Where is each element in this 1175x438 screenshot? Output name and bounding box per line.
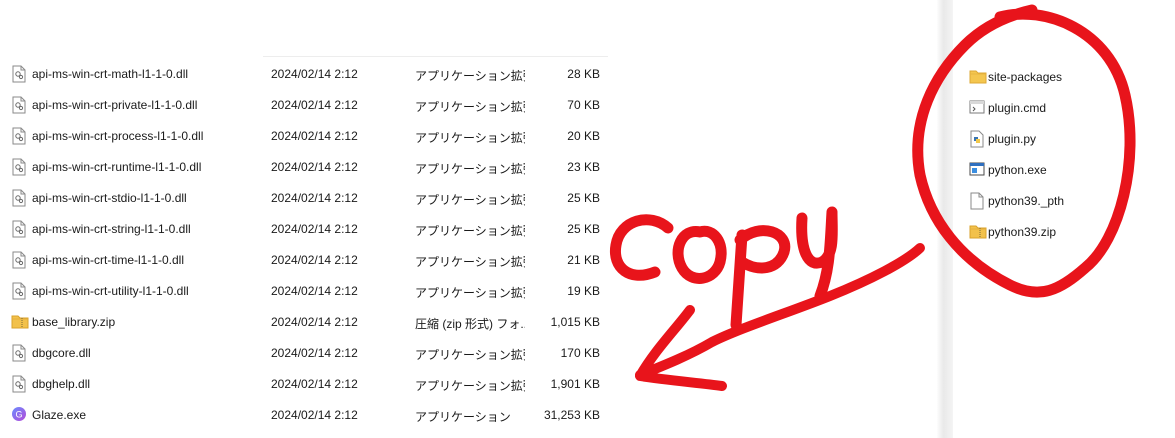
file-type: 圧縮 (zip 形式) フォ... [415, 317, 525, 331]
zip-folder-icon [969, 223, 987, 241]
file-type: アプリケーション拡張 [415, 286, 525, 300]
file-modified-date: 2024/02/14 2:12 [271, 222, 358, 236]
dll-icon [11, 375, 27, 393]
dll-icon [11, 251, 27, 269]
file-name: dbgcore.dll [32, 346, 91, 360]
file-modified-date: 2024/02/14 2:12 [271, 129, 358, 143]
file-modified-date: 2024/02/14 2:12 [271, 315, 358, 329]
file-type: アプリケーション拡張 [415, 379, 525, 393]
file-row[interactable]: api-ms-win-crt-utility-l1-1-0.dll 2024/02… [0, 276, 620, 307]
file-size: 70 KB [567, 98, 600, 112]
file-item[interactable]: site-packages [967, 63, 1167, 91]
pane-divider[interactable] [937, 0, 953, 438]
file-name: plugin.py [988, 132, 1037, 146]
file-modified-date: 2024/02/14 2:12 [271, 67, 358, 81]
file-row[interactable]: api-ms-win-crt-string-l1-1-0.dll 2024/02/… [0, 214, 620, 245]
dll-icon [11, 282, 27, 300]
file-size: 170 KB [560, 346, 600, 360]
file-row[interactable]: G Glaze.exe 2024/02/14 2:12 アプリケーション 31,253 … [0, 400, 620, 431]
exe-window-icon [969, 161, 985, 179]
file-name: site-packages [988, 70, 1063, 84]
file-row[interactable]: api-ms-win-crt-math-l1-1-0.dll 2024/02/14… [0, 59, 620, 90]
list-top-divider [263, 56, 608, 57]
dll-icon [11, 189, 27, 207]
file-size: 20 KB [567, 129, 600, 143]
file-name: python39._pth [988, 194, 1065, 208]
file-modified-date: 2024/02/14 2:12 [271, 346, 358, 360]
file-size: 25 KB [567, 191, 600, 205]
secondary-file-pane: site-packages plugin.cmd plugin.py python.e… [953, 0, 1175, 438]
file-type: アプリケーション拡張 [415, 255, 525, 269]
file-size: 1,901 KB [550, 377, 600, 391]
svg-text:G: G [15, 410, 22, 420]
zip-folder-icon [11, 313, 29, 331]
file-size: 23 KB [567, 160, 600, 174]
cmd-file-icon [969, 99, 985, 117]
file-row[interactable]: api-ms-win-crt-runtime-l1-1-0.dll 2024/02… [0, 152, 620, 183]
file-row[interactable]: api-ms-win-crt-stdio-l1-1-0.dll 2024/02/1… [0, 183, 620, 214]
file-size: 21 KB [567, 253, 600, 267]
file-type: アプリケーション拡張 [415, 162, 525, 176]
file-type: アプリケーション拡張 [415, 69, 525, 83]
dll-icon [11, 158, 27, 176]
file-name: api-ms-win-crt-runtime-l1-1-0.dll [32, 160, 202, 174]
dll-icon [11, 127, 27, 145]
file-name: python39.zip [988, 225, 1057, 239]
file-size: 28 KB [567, 67, 600, 81]
file-size: 31,253 KB [543, 408, 600, 422]
file-item[interactable]: python39.zip [967, 218, 1167, 246]
file-name: dbghelp.dll [32, 377, 91, 391]
file-name: base_library.zip [32, 315, 116, 329]
file-size: 25 KB [567, 222, 600, 236]
file-name: python.exe [988, 163, 1047, 177]
file-modified-date: 2024/02/14 2:12 [271, 377, 358, 391]
file-row[interactable]: api-ms-win-crt-private-l1-1-0.dll 2024/02… [0, 90, 620, 121]
file-name: plugin.cmd [988, 101, 1047, 115]
file-item[interactable]: python.exe [967, 156, 1167, 184]
file-modified-date: 2024/02/14 2:12 [271, 284, 358, 298]
file-row[interactable]: base_library.zip 2024/02/14 2:12 圧縮 (zip 形… [0, 307, 620, 338]
file-name: api-ms-win-crt-string-l1-1-0.dll [32, 222, 191, 236]
file-item[interactable]: plugin.cmd [967, 94, 1167, 122]
blank-file-icon [969, 192, 985, 210]
file-modified-date: 2024/02/14 2:12 [271, 191, 358, 205]
file-modified-date: 2024/02/14 2:12 [271, 253, 358, 267]
file-row[interactable]: api-ms-win-crt-process-l1-1-0.dll 2024/02… [0, 121, 620, 152]
file-name: api-ms-win-crt-time-l1-1-0.dll [32, 253, 185, 267]
file-type: アプリケーション拡張 [415, 131, 525, 145]
folder-icon [969, 68, 987, 86]
dll-icon [11, 96, 27, 114]
dll-icon [11, 220, 27, 238]
dll-icon [11, 344, 27, 362]
file-item[interactable]: python39._pth [967, 187, 1167, 215]
file-type: アプリケーション [415, 410, 511, 424]
file-row[interactable]: dbghelp.dll 2024/02/14 2:12 アプリケーション拡張 1,90… [0, 369, 620, 400]
file-row[interactable]: api-ms-win-crt-time-l1-1-0.dll 2024/02/14… [0, 245, 620, 276]
python-file-icon [969, 130, 985, 148]
file-type: アプリケーション拡張 [415, 100, 525, 114]
file-type: アプリケーション拡張 [415, 224, 525, 238]
file-name: api-ms-win-crt-process-l1-1-0.dll [32, 129, 204, 143]
file-size: 1,015 KB [550, 315, 600, 329]
file-modified-date: 2024/02/14 2:12 [271, 160, 358, 174]
file-type: アプリケーション拡張 [415, 348, 525, 362]
file-name: api-ms-win-crt-stdio-l1-1-0.dll [32, 191, 187, 205]
glaze-app-icon: G [11, 406, 27, 424]
file-list-pane: api-ms-win-crt-math-l1-1-0.dll 2024/02/14… [0, 0, 935, 438]
file-name: Glaze.exe [32, 408, 87, 422]
file-size: 19 KB [567, 284, 600, 298]
file-type: アプリケーション拡張 [415, 193, 525, 207]
file-modified-date: 2024/02/14 2:12 [271, 98, 358, 112]
file-item[interactable]: plugin.py [967, 125, 1167, 153]
file-modified-date: 2024/02/14 2:12 [271, 408, 358, 422]
file-name: api-ms-win-crt-math-l1-1-0.dll [32, 67, 189, 81]
file-row[interactable]: dbgcore.dll 2024/02/14 2:12 アプリケーション拡張 170 … [0, 338, 620, 369]
file-name: api-ms-win-crt-private-l1-1-0.dll [32, 98, 198, 112]
dll-icon [11, 65, 27, 83]
file-name: api-ms-win-crt-utility-l1-1-0.dll [32, 284, 189, 298]
